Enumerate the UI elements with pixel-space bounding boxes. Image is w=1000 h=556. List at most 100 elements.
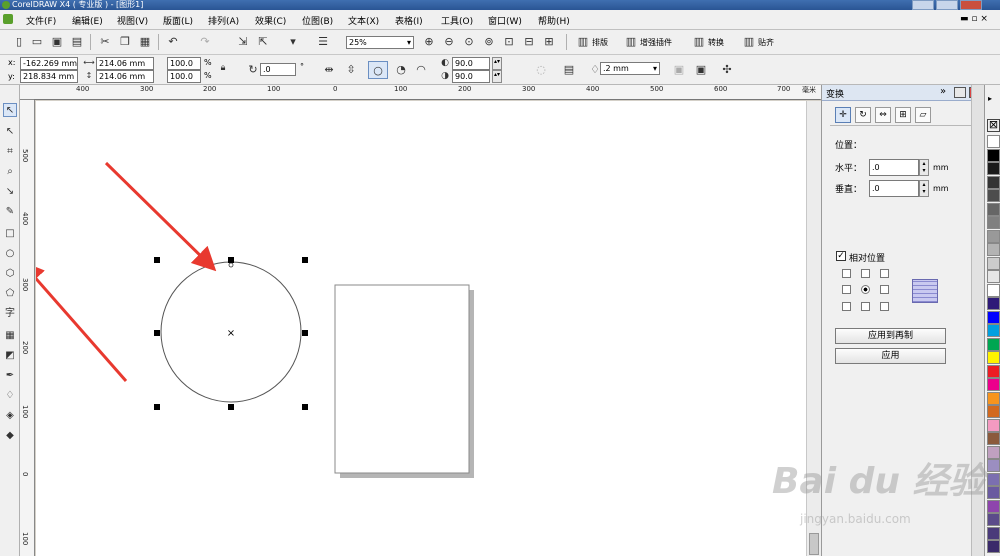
menu-table[interactable]: 表格(I) — [395, 14, 423, 27]
selection-handle-ml[interactable] — [154, 330, 160, 336]
application-launcher-icon[interactable]: ▾ — [286, 35, 300, 49]
color-swatch[interactable] — [987, 243, 1000, 256]
table-tool-icon[interactable]: ▦ — [3, 329, 17, 343]
mirror-vertical-icon[interactable]: ⇳ — [344, 63, 358, 77]
zoom-height-icon[interactable]: ⊞ — [542, 35, 556, 49]
typeset-button[interactable]: 排版 — [592, 37, 608, 48]
menu-tools[interactable]: 工具(O) — [441, 14, 473, 27]
color-swatch[interactable] — [987, 459, 1000, 472]
to-front-icon[interactable]: ▣ — [672, 63, 686, 77]
anchor-top-right[interactable] — [880, 269, 889, 278]
selection-handle-mr[interactable] — [302, 330, 308, 336]
horizontal-spinner[interactable]: ▴ ▾ — [919, 159, 929, 176]
selection-handle-bm[interactable] — [228, 404, 234, 410]
wrap-text-icon[interactable]: ▤ — [562, 63, 576, 77]
rectangle-tool-icon[interactable]: □ — [3, 227, 17, 241]
color-swatch[interactable] — [987, 297, 1000, 310]
smart-fill-tool-icon[interactable]: ✎ — [3, 205, 17, 219]
selection-handle-tr[interactable] — [302, 257, 308, 263]
color-swatch[interactable] — [987, 364, 1000, 378]
arc-mode-icon[interactable]: ◠ — [414, 63, 428, 77]
paste-icon[interactable]: ▦ — [138, 35, 152, 49]
color-swatch[interactable] — [987, 229, 1000, 243]
color-swatch[interactable] — [987, 216, 1000, 229]
mirror-horizontal-icon[interactable]: ⇹ — [322, 63, 336, 77]
enhance-plugin-button[interactable]: 增强插件 — [640, 37, 672, 48]
color-swatch[interactable] — [987, 405, 1000, 418]
color-swatch[interactable] — [987, 445, 1000, 459]
menu-edit[interactable]: 编辑(E) — [72, 14, 103, 27]
crop-tool-icon[interactable]: ⌗ — [3, 145, 17, 159]
polygon-tool-icon[interactable]: ⬡ — [3, 267, 17, 281]
enhance-plugin-icon[interactable]: ▥ — [624, 35, 638, 49]
open-icon[interactable]: ▭ — [30, 35, 44, 49]
scale-width-field[interactable]: 100.0 — [167, 57, 201, 70]
color-swatch[interactable] — [987, 175, 1000, 189]
snap-button[interactable]: 贴齐 — [758, 37, 774, 48]
scale-mirror-mode-icon[interactable]: ⇔ — [875, 107, 891, 123]
to-back-icon[interactable]: ▣ — [694, 63, 708, 77]
maximize-button[interactable] — [936, 0, 958, 10]
zoom-page-icon[interactable]: ⊡ — [502, 35, 516, 49]
close-window-button[interactable] — [960, 0, 982, 10]
apply-button[interactable]: 应用 — [835, 348, 946, 364]
zoom-tool-icon[interactable]: ⌕ — [3, 165, 17, 179]
start-angle-spinner[interactable]: ▴▾ — [492, 57, 502, 70]
horizontal-ruler[interactable]: 400 300 200 100 0 100 200 300 400 500 60… — [20, 85, 821, 100]
scale-height-field[interactable]: 100.0 — [167, 70, 201, 83]
color-swatch[interactable] — [987, 162, 1000, 175]
zoom-all-icon[interactable]: ⊚ — [482, 35, 496, 49]
zoom-out-icon[interactable]: ⊖ — [442, 35, 456, 49]
color-swatch[interactable] — [987, 378, 1000, 391]
redo-icon[interactable]: ↷ — [198, 35, 212, 49]
interactive-blend-tool-icon[interactable]: ◩ — [3, 349, 17, 363]
convert-button[interactable]: 转换 — [708, 37, 724, 48]
menu-window[interactable]: 窗口(W) — [488, 14, 522, 27]
color-swatch[interactable] — [987, 202, 1000, 216]
vertical-ruler[interactable]: 500 400 300 200 100 0 100 — [20, 100, 35, 556]
anchor-middle-left[interactable] — [842, 285, 851, 294]
color-swatch[interactable] — [987, 310, 1000, 324]
start-angle-field[interactable]: 90.0 — [452, 57, 490, 70]
color-swatch[interactable] — [987, 513, 1000, 526]
scrollbar-thumb[interactable] — [809, 533, 819, 555]
selection-handle-bl[interactable] — [154, 404, 160, 410]
anchor-top-left[interactable] — [842, 269, 851, 278]
menu-bitmaps[interactable]: 位图(B) — [302, 14, 333, 27]
height-field[interactable]: 214.06 mm — [96, 70, 154, 83]
zoom-in-icon[interactable]: ⊕ — [422, 35, 436, 49]
doc-window-controls-icon[interactable]: ▬ ▫ × — [960, 14, 988, 24]
pie-mode-icon[interactable]: ◔ — [394, 63, 408, 77]
menu-arrange[interactable]: 排列(A) — [208, 14, 239, 27]
zoom-level-select[interactable]: 25% ▾ — [346, 36, 414, 49]
selection-handle-tm[interactable] — [228, 257, 234, 263]
color-swatch[interactable] — [987, 418, 1000, 432]
freehand-tool-icon[interactable]: ↘ — [3, 185, 17, 199]
snap-icon[interactable]: ▥ — [742, 35, 756, 49]
anchor-bottom-right[interactable] — [880, 302, 889, 311]
horizontal-field[interactable]: .0 — [869, 159, 919, 176]
outline-tool-icon[interactable]: ♢ — [3, 389, 17, 403]
menu-file[interactable]: 文件(F) — [26, 14, 56, 27]
new-document-icon[interactable]: ▯ — [12, 35, 26, 49]
color-swatch[interactable] — [987, 270, 1000, 283]
width-field[interactable]: 214.06 mm — [96, 57, 154, 70]
cut-icon[interactable]: ✂ — [98, 35, 112, 49]
relative-position-checkbox[interactable]: ✓ — [836, 251, 846, 261]
menu-effects[interactable]: 效果(C) — [255, 14, 286, 27]
vertical-spinner[interactable]: ▴ ▾ — [919, 180, 929, 197]
color-swatch[interactable] — [987, 135, 1000, 148]
color-swatch[interactable] — [987, 189, 1000, 202]
color-swatch[interactable] — [987, 472, 1000, 486]
text-tool-icon[interactable]: 字 — [3, 307, 17, 321]
color-swatch[interactable] — [987, 283, 1000, 297]
palette-scroll-up-icon[interactable]: ▸ — [988, 94, 992, 103]
menu-text[interactable]: 文本(X) — [348, 14, 379, 27]
welcome-screen-icon[interactable]: ☰ — [316, 35, 330, 49]
color-swatch[interactable] — [987, 486, 1000, 499]
end-angle-field[interactable]: 90.0 — [452, 70, 490, 83]
rotation-field[interactable]: .0 — [260, 63, 296, 76]
docker-expand-icon[interactable]: » — [940, 86, 946, 97]
export-icon[interactable]: ⇱ — [256, 35, 270, 49]
anchor-middle-right[interactable] — [880, 285, 889, 294]
